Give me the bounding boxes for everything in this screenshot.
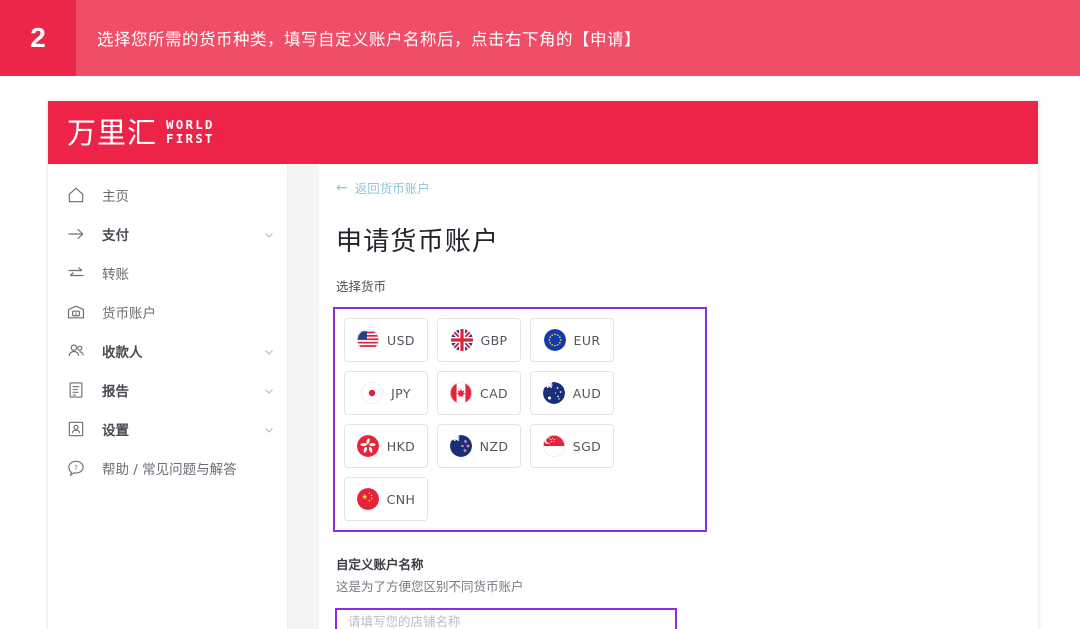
account-name-hint: 这是为了方便您区别不同货币账户: [336, 579, 524, 594]
instruction-text: 选择您所需的货币种类，填写自定义账户名称后，点击右下角的【申请】: [76, 0, 1080, 76]
sidebar-label-transfer: 转账: [102, 266, 129, 283]
currency-grid: USD GBP EUR JPY CAD AUD HKD NZD SGD CNH: [344, 318, 705, 521]
app-window: 万里汇 WORLD FIRST 主页 支付 转账 $ 货币账户 收款人 报告 设…: [48, 101, 1038, 629]
flag-hk-icon: [356, 435, 379, 457]
chevron-down-icon[interactable]: [263, 423, 275, 435]
sidebar-label-home: 主页: [102, 188, 129, 205]
currency-code-cnh: CNH: [386, 491, 416, 507]
brand-name-en-line2: FIRST: [166, 130, 215, 146]
flag-cn-icon: [356, 488, 379, 510]
flag-eu-icon: [543, 329, 566, 351]
money-box-icon: $: [65, 301, 87, 323]
brand-name-cn: 万里汇: [67, 115, 158, 150]
currency-code-hkd: HKD: [386, 438, 416, 454]
chevron-down-icon[interactable]: [263, 345, 275, 357]
currency-option-jpy[interactable]: JPY: [344, 371, 428, 415]
chevron-down-icon[interactable]: [263, 228, 275, 240]
currency-code-jpy: JPY: [391, 385, 411, 401]
currency-option-cad[interactable]: CAD: [437, 371, 521, 415]
currency-option-nzd[interactable]: NZD: [437, 424, 521, 468]
flag-ca-icon: [449, 382, 472, 404]
sidebar-item-settings[interactable]: 设置: [48, 409, 287, 448]
sidebar-label-report: 报告: [102, 383, 129, 400]
flag-jp-icon: [361, 382, 384, 404]
report-icon: [65, 379, 87, 401]
people-icon: [65, 340, 87, 362]
arrow-left-icon: ←: [336, 179, 348, 196]
sidebar-item-report[interactable]: 报告: [48, 370, 287, 409]
app-body: 主页 支付 转账 $ 货币账户 收款人 报告 设置 ? 帮助 / 常见问题与解答…: [48, 164, 1038, 629]
id-card-icon: [65, 418, 87, 440]
currency-section-label: 选择货币: [336, 279, 387, 294]
account-name-label: 自定义账户名称: [336, 557, 424, 572]
brand-logo[interactable]: 万里汇 WORLD FIRST: [67, 115, 215, 150]
currency-code-cad: CAD: [479, 385, 509, 401]
flag-gb-icon: [450, 329, 473, 351]
step-number: 2: [0, 0, 76, 76]
brand-name-en: WORLD FIRST: [166, 116, 215, 148]
help-icon: ?: [65, 457, 87, 479]
svg-text:$: $: [75, 311, 78, 317]
sidebar-item-payee[interactable]: 收款人: [48, 331, 287, 370]
currency-code-aud: AUD: [572, 385, 602, 401]
currency-option-eur[interactable]: EUR: [530, 318, 614, 362]
sidebar-item-transfer[interactable]: 转账: [48, 253, 287, 292]
sidebar: 主页 支付 转账 $ 货币账户 收款人 报告 设置 ? 帮助 / 常见问题与解答: [48, 164, 288, 629]
screenshot-root: 2 选择您所需的货币种类，填写自定义账户名称后，点击右下角的【申请】 万里汇 W…: [0, 0, 1080, 629]
svg-text:?: ?: [74, 463, 78, 471]
instruction-banner: 2 选择您所需的货币种类，填写自定义账户名称后，点击右下角的【申请】: [0, 0, 1080, 76]
sidebar-item-home[interactable]: 主页: [48, 175, 287, 214]
sidebar-label-payee: 收款人: [102, 344, 143, 361]
sidebar-item-help[interactable]: ? 帮助 / 常见问题与解答: [48, 448, 287, 487]
home-icon: [65, 184, 87, 206]
flag-nz-icon: [449, 435, 472, 457]
chevron-down-icon[interactable]: [263, 384, 275, 396]
account-name-input[interactable]: [346, 613, 675, 629]
flag-sg-icon: [542, 435, 565, 457]
brand-name-en-line1: WORLD: [166, 116, 215, 132]
content-area: ← 返回货币账户 申请货币账户 选择货币 USD GBP EUR JPY CAD…: [288, 164, 1038, 629]
sidebar-item-payment[interactable]: 支付: [48, 214, 287, 253]
currency-option-sgd[interactable]: SGD: [530, 424, 614, 468]
app-header: 万里汇 WORLD FIRST: [48, 101, 1038, 164]
currency-code-gbp: GBP: [480, 332, 508, 348]
back-to-currency-accounts-link[interactable]: ← 返回货币账户: [319, 178, 1038, 197]
currency-option-cnh[interactable]: CNH: [344, 477, 428, 521]
currency-option-usd[interactable]: USD: [344, 318, 428, 362]
currency-option-hkd[interactable]: HKD: [344, 424, 428, 468]
currency-option-aud[interactable]: AUD: [530, 371, 614, 415]
currency-code-usd: USD: [387, 332, 415, 348]
sidebar-label-help: 帮助 / 常见问题与解答: [102, 461, 237, 478]
flag-us-icon: [357, 329, 380, 351]
page-title: 申请货币账户: [336, 227, 500, 257]
sidebar-label-currency-account: 货币账户: [102, 305, 156, 322]
currency-code-eur: EUR: [573, 332, 601, 348]
transfer-icon: [65, 262, 87, 284]
back-link-label: 返回货币账户: [354, 181, 430, 196]
arrow-right-icon: [65, 223, 87, 245]
sidebar-label-payment: 支付: [102, 227, 129, 244]
currency-selection-highlight: USD GBP EUR JPY CAD AUD HKD NZD SGD CNH: [333, 307, 707, 532]
currency-option-gbp[interactable]: GBP: [437, 318, 521, 362]
content-card: ← 返回货币账户 申请货币账户 选择货币 USD GBP EUR JPY CAD…: [319, 164, 1038, 629]
sidebar-label-settings: 设置: [102, 422, 129, 439]
account-name-input-wrapper[interactable]: [335, 608, 677, 629]
currency-code-sgd: SGD: [572, 438, 602, 454]
sidebar-item-currency-account[interactable]: $ 货币账户: [48, 292, 287, 331]
currency-code-nzd: NZD: [479, 438, 509, 454]
flag-au-icon: [542, 382, 565, 404]
